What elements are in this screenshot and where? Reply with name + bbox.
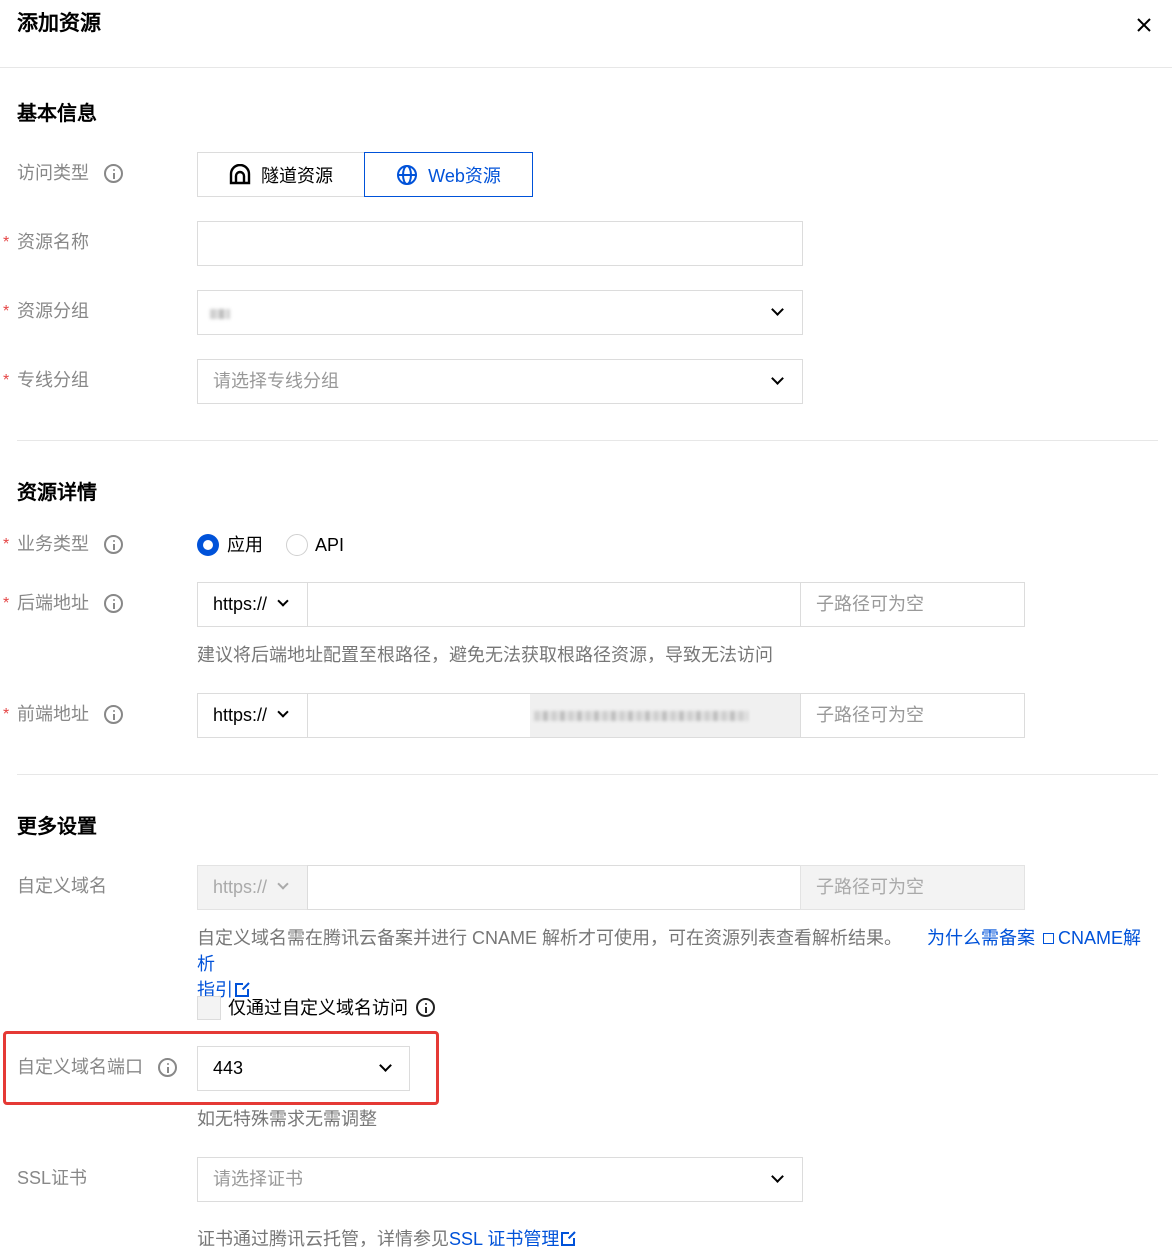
info-icon[interactable] [104, 705, 123, 724]
ssl-helper: 证书通过腾讯云托管，详情参见SSL 证书管理 [197, 1226, 578, 1252]
only-custom-domain-checkbox[interactable] [197, 996, 221, 1020]
line-group-select[interactable]: 请选择专线分组 [197, 359, 803, 404]
frontend-address-label: * 前端地址 [3, 702, 123, 726]
business-type-label: * 业务类型 [3, 532, 123, 556]
redacted-value [210, 309, 230, 319]
resource-group-label: * 资源分组 [3, 301, 89, 321]
section-title-more: 更多设置 [17, 816, 97, 838]
info-icon[interactable] [104, 164, 123, 183]
backend-subpath-input[interactable]: 子路径可为空 [800, 582, 1025, 627]
info-icon[interactable] [158, 1058, 177, 1077]
backend-helper-text: 建议将后端地址配置至根路径，避免无法获取根路径资源，导致无法访问 [197, 645, 773, 665]
frontend-domain-suffix [530, 693, 801, 738]
resource-name-label: * 资源名称 [3, 232, 89, 252]
info-icon[interactable] [104, 594, 123, 613]
section-title-basic: 基本信息 [17, 103, 97, 125]
ssl-label: SSL证书 [17, 1168, 88, 1188]
custom-port-select[interactable]: 443 [197, 1046, 410, 1091]
redacted-domain [534, 711, 748, 721]
external-link-icon [1043, 933, 1055, 944]
access-type-web-label: Web资源 [428, 165, 501, 186]
custom-port-label: 自定义域名端口 [17, 1055, 177, 1079]
frontend-subpath-input[interactable]: 子路径可为空 [800, 693, 1025, 738]
section-title-details: 资源详情 [17, 482, 97, 504]
section-divider [17, 774, 1158, 775]
radio-checked[interactable] [197, 534, 219, 556]
frontend-protocol-select[interactable]: https:// [197, 693, 308, 738]
business-type-app[interactable]: 应用 [197, 533, 287, 557]
custom-domain-label: 自定义域名 [17, 876, 107, 896]
tunnel-icon [229, 163, 251, 184]
globe-icon [397, 164, 418, 185]
dialog-title: 添加资源 [17, 12, 101, 35]
only-custom-domain-label: 仅通过自定义域名访问 [228, 995, 435, 1021]
backend-host-input[interactable] [307, 582, 801, 627]
access-type-label: 访问类型 [17, 161, 123, 185]
info-icon[interactable] [104, 535, 123, 554]
ssl-management-link[interactable]: SSL 证书管理 [449, 1229, 559, 1249]
custom-domain-helper: 自定义域名需在腾讯云备案并进行 CNAME 解析才可使用，可在资源列表查看解析结… [197, 928, 1142, 1000]
line-group-label: * 专线分组 [3, 370, 89, 390]
close-icon[interactable] [1130, 11, 1158, 39]
custom-domain-protocol-select[interactable]: https:// [197, 865, 308, 910]
access-type-tunnel-label: 隧道资源 [261, 165, 333, 186]
external-link-icon [561, 1230, 578, 1246]
header-divider [0, 67, 1172, 68]
business-type-api[interactable]: API [286, 533, 366, 557]
chevron-down-icon [771, 303, 784, 316]
radio-unchecked[interactable] [286, 534, 308, 556]
frontend-prefix-input[interactable] [307, 693, 531, 738]
custom-domain-host-input[interactable] [307, 865, 801, 910]
resource-name-input[interactable] [197, 221, 803, 266]
section-divider [17, 440, 1158, 441]
why-filing-link[interactable]: 为什么需备案 [927, 928, 1035, 948]
resource-group-select[interactable] [197, 290, 803, 335]
custom-domain-subpath-input[interactable]: 子路径可为空 [800, 865, 1025, 910]
access-type-web[interactable]: Web资源 [364, 152, 533, 197]
custom-port-helper: 如无特殊需求无需调整 [197, 1109, 377, 1129]
access-type-tunnel[interactable]: 隧道资源 [197, 152, 365, 197]
backend-protocol-select[interactable]: https:// [197, 582, 308, 627]
backend-address-label: * 后端地址 [3, 591, 123, 615]
ssl-select[interactable]: 请选择证书 [197, 1157, 803, 1202]
info-icon[interactable] [416, 998, 435, 1017]
